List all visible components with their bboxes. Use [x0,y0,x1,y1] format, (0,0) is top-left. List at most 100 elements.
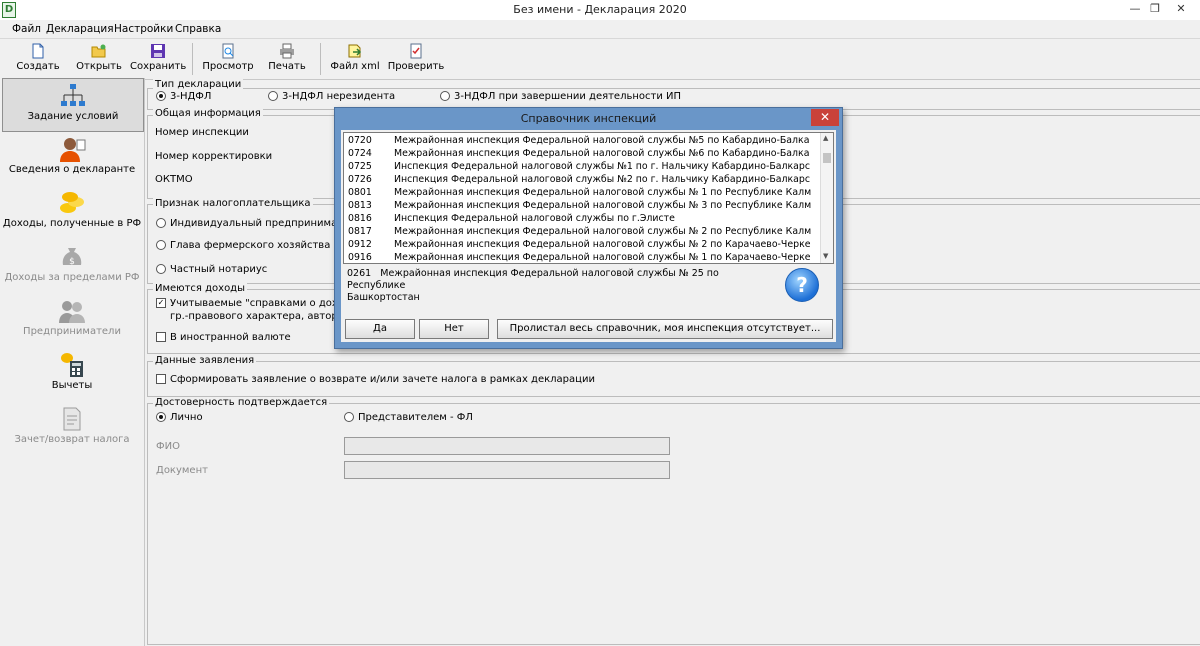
title-bar: D Без имени - Декларация 2020 — ❐ ✕ [0,0,1200,20]
print-button[interactable]: Печать [264,41,310,77]
oktmo-label: ОКТМО [155,174,193,185]
income-certificates-label-continued: гр.-правового характера, авторск [170,311,350,322]
radio-individual-entrepreneur[interactable]: Индивидуальный предпринимате [156,218,349,229]
radio-3ndfl[interactable]: 3-НДФЛ [156,91,211,102]
inspections-list[interactable]: 0720 Межрайонная инспекция Федеральной на… [343,132,834,264]
radio-personally[interactable]: Лично [156,412,203,423]
reliability-legend: Достоверность подтверждается [153,397,330,408]
list-item[interactable]: 0801 Межрайонная инспекция Федеральной на… [344,187,820,200]
list-item[interactable]: 0816 Инспекция Федеральной налоговой служ… [344,213,820,226]
list-item[interactable]: 0817 Межрайонная инспекция Федеральной на… [344,226,820,239]
radio-3ndfl-ip-closing[interactable]: 3-НДФЛ при завершении деятельности ИП [440,91,681,102]
selected-name-continued: Башкортостан [347,292,420,303]
sidebar-item-income-rf[interactable]: Доходы, полученные в РФ [2,186,142,238]
open-folder-icon [91,44,106,58]
general-info-legend: Общая информация [153,108,263,119]
fio-label: ФИО [156,441,180,452]
fio-field[interactable] [344,437,670,455]
sidebar-item-entrepreneurs[interactable]: Предприниматели [2,294,142,346]
list-item[interactable]: 0916 Межрайонная инспекция Федеральной на… [344,252,820,263]
new-file-icon [32,43,44,59]
checklist-icon [410,43,422,59]
sidebar-item-label: Предприниматели [23,326,121,337]
person-icon [60,138,86,162]
menu-declaration[interactable]: Декларация [46,23,114,35]
sidebar-item-deductions[interactable]: Вычеты [2,348,142,400]
xml-file-label: Файл xml [330,61,380,72]
sidebar-item-label: Задание условий [27,111,119,122]
radio-3ndfl-nonresident[interactable]: 3-НДФЛ нерезидента [268,91,395,102]
inspections-dialog: Справочник инспекций ✕ 0720 Межрайонная и… [334,107,843,349]
list-item[interactable]: 0725 Инспекция Федеральной налоговой служ… [344,161,820,174]
menu-help[interactable]: Справка [175,23,221,35]
check-label: Проверить [387,61,445,72]
toolbar-separator [192,43,193,75]
dialog-body: 0720 Межрайонная инспекция Федеральной на… [341,130,836,342]
list-item[interactable]: 0912 Межрайонная инспекция Федеральной на… [344,239,820,252]
checkmark-icon: ✓ [156,298,166,308]
scroll-up-icon[interactable]: ▲ [823,134,828,142]
save-button[interactable]: Сохранить [130,41,186,77]
preview-button[interactable]: Просмотр [200,41,256,77]
form-statement-checkbox[interactable]: Сформировать заявление о возврате и/или … [156,374,595,385]
menu-settings[interactable]: Настройки [114,23,173,35]
taxpayer-attribute-legend: Признак налогоплательщика [153,198,313,209]
sidebar-item-label: Сведения о декларанте [8,164,136,175]
list-item[interactable]: 0720 Межрайонная инспекция Федеральной на… [344,135,820,148]
toolbar-separator [320,43,321,75]
printer-icon [280,43,294,59]
dialog-title: Справочник инспекций [520,112,657,125]
document-label: Документ [156,465,208,476]
question-icon: ? [785,268,819,302]
create-label: Создать [16,61,60,72]
declaration-type-legend: Тип декларации [153,79,244,90]
sidebar-item-label: Доходы за пределами РФ [4,272,140,283]
scroll-thumb[interactable] [823,153,831,163]
document-field[interactable] [344,461,670,479]
statement-legend: Данные заявления [153,355,257,366]
menu-file[interactable]: Файл [12,23,41,35]
scroll-down-icon[interactable]: ▼ [823,252,828,260]
check-button[interactable]: Проверить [386,41,446,77]
window-close-button[interactable]: ✕ [1168,0,1194,18]
preview-icon [222,43,234,59]
income-legend: Имеются доходы [153,283,247,294]
preview-label: Просмотр [202,61,254,72]
inspection-missing-button[interactable]: Пролистал весь справочник, моя инспекция… [497,319,833,339]
income-certificates-checkbox[interactable]: ✓ Учитываемые "справками о доход [156,298,351,309]
menu-bar: Файл Декларация Настройки Справка [0,20,1200,38]
coins-icon [60,192,84,213]
sidebar-item-label: Вычеты [51,380,93,391]
floppy-disk-icon [151,44,165,58]
radio-representative[interactable]: Представителем - ФЛ [344,412,473,423]
dialog-close-button[interactable]: ✕ [811,109,839,126]
no-button[interactable]: Нет [419,319,489,339]
sidebar-item-tax-refund[interactable]: Зачет/возврат налога [2,402,142,454]
selected-code: 0261 [347,268,372,279]
list-item[interactable]: 0724 Межрайонная инспекция Федеральной на… [344,148,820,161]
sidebar-item-income-abroad[interactable]: $ Доходы за пределами РФ [2,240,142,292]
list-scrollbar[interactable]: ▲ ▼ [820,133,833,263]
selected-name: Межрайонная инспекция Федеральной налого… [347,268,719,291]
radio-private-notary[interactable]: Частный нотариус [156,264,267,275]
xml-export-icon [348,44,362,58]
sidebar-item-conditions[interactable]: Задание условий [2,78,144,132]
save-label: Сохранить [130,61,187,72]
window-title: Без имени - Декларация 2020 [513,3,687,16]
radio-farm-head[interactable]: Глава фермерского хозяйства [156,240,330,251]
sidebar-item-declarant[interactable]: Сведения о декларанте [2,132,142,184]
yes-button[interactable]: Да [345,319,415,339]
print-label: Печать [268,61,306,72]
sidebar-item-label: Доходы, полученные в РФ [2,218,142,229]
document-icon [63,407,81,431]
svg-text:$: $ [69,257,75,267]
open-button[interactable]: Открыть [76,41,122,77]
xml-file-button[interactable]: Файл xml [330,41,380,77]
restore-button[interactable]: ❐ [1142,0,1168,18]
reliability-group [147,403,1200,645]
list-item[interactable]: 0813 Межрайонная инспекция Федеральной на… [344,200,820,213]
foreign-currency-checkbox[interactable]: В иностранной валюте [156,332,291,343]
list-item[interactable]: 0726 Инспекция Федеральной налоговой служ… [344,174,820,187]
sidebar-item-label: Зачет/возврат налога [14,434,130,445]
create-button[interactable]: Создать [14,41,62,77]
